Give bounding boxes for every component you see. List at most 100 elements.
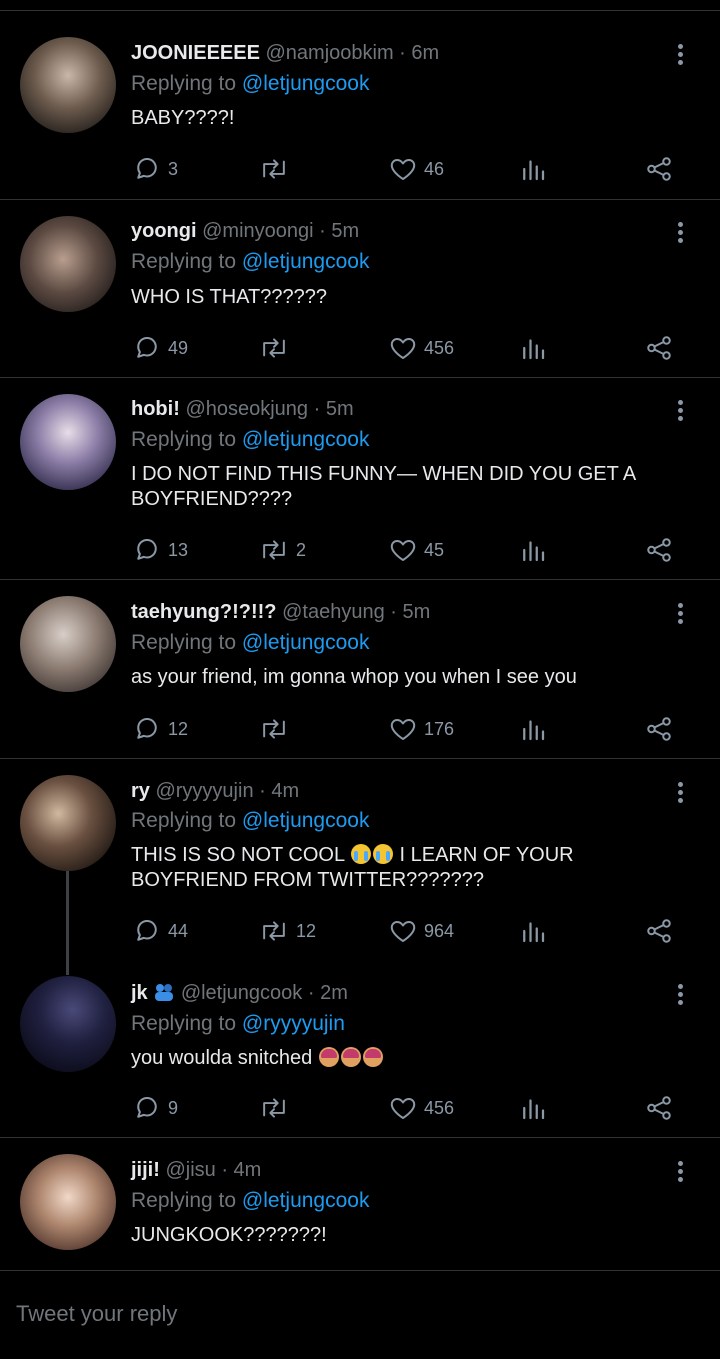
stats-button[interactable] (518, 153, 548, 185)
reply-button[interactable]: 12 (132, 713, 188, 745)
retweet-button[interactable]: 12 (258, 915, 316, 947)
hugging-people-icon (155, 984, 174, 1001)
retweet-button[interactable] (258, 332, 296, 364)
handle[interactable]: @minyoongi (202, 220, 313, 242)
separator-dot: · (313, 220, 332, 242)
avatar[interactable] (20, 775, 116, 871)
reply-mention[interactable]: @letjungcook (242, 72, 370, 95)
display-name[interactable]: ry (131, 780, 150, 802)
share-button[interactable] (644, 1092, 674, 1124)
reply-mention[interactable]: @letjungcook (242, 631, 370, 654)
avatar[interactable] (20, 37, 116, 133)
display-name[interactable]: jiji! (131, 1159, 160, 1181)
crying-emoji (350, 844, 371, 864)
more-icon[interactable] (668, 600, 692, 630)
stats-button[interactable] (518, 915, 548, 947)
reply-composer[interactable]: Tweet your reply (0, 1270, 720, 1359)
reply-mention[interactable]: @letjungcook (242, 428, 370, 451)
reply-mention[interactable]: @letjungcook (242, 809, 370, 832)
tweet-header: taehyung?!?!!? @taehyung · 5m (131, 600, 430, 624)
reply-button[interactable]: 44 (132, 915, 188, 947)
retweet-button[interactable] (258, 713, 296, 745)
action-bar: 49 456 (130, 332, 690, 364)
retweet-count: 2 (296, 539, 307, 560)
display-name[interactable]: taehyung?!?!!? (131, 601, 277, 623)
more-icon[interactable] (668, 1158, 692, 1188)
stats-button[interactable] (518, 1092, 548, 1124)
avatar[interactable] (20, 216, 116, 312)
more-icon[interactable] (668, 981, 692, 1011)
stats-icon (523, 1099, 545, 1120)
display-name[interactable]: JOONIEEEEE (131, 42, 260, 64)
retweet-count: 12 (296, 920, 317, 941)
timestamp[interactable]: 4m (234, 1159, 262, 1181)
reply-mention[interactable]: @ryyyyujin (242, 1012, 345, 1035)
handle[interactable]: @jisu (165, 1159, 215, 1181)
reply-button[interactable]: 9 (132, 1092, 178, 1124)
share-button[interactable] (644, 153, 674, 185)
tweet[interactable]: ry @ryyyyujin · 4m Replying to @letjungc… (0, 759, 720, 975)
timestamp[interactable]: 2m (320, 982, 348, 1004)
action-bar: 3 46 (130, 153, 690, 185)
timestamp[interactable]: 5m (326, 398, 354, 420)
handle[interactable]: @hoseokjung (185, 398, 308, 420)
handle[interactable]: @taehyung (282, 601, 385, 623)
more-icon[interactable] (668, 779, 692, 809)
stats-button[interactable] (518, 534, 548, 566)
reply-mention[interactable]: @letjungcook (242, 1189, 370, 1212)
reply-count: 49 (168, 337, 189, 358)
display-name[interactable]: hobi! (131, 398, 180, 420)
avatar[interactable] (20, 394, 116, 490)
avatar[interactable] (20, 1154, 116, 1250)
reply-button[interactable]: 3 (132, 153, 178, 185)
like-button[interactable]: 456 (388, 332, 454, 364)
tweet[interactable]: JOONIEEEEE @namjoobkim · 6m Replying to … (0, 11, 720, 200)
like-button[interactable]: 176 (388, 713, 454, 745)
more-icon[interactable] (668, 41, 692, 71)
like-button[interactable]: 964 (388, 915, 454, 947)
handle[interactable]: @letjungcook (181, 982, 302, 1004)
display-name[interactable]: jk (131, 982, 148, 1004)
avatar[interactable] (20, 596, 116, 692)
like-count: 176 (424, 718, 455, 739)
handle[interactable]: @ryyyyujin (155, 780, 253, 802)
avatar[interactable] (20, 976, 116, 1072)
like-button[interactable]: 46 (388, 153, 444, 185)
reply-count: 9 (168, 1097, 179, 1118)
timestamp[interactable]: 6m (411, 42, 439, 64)
like-count: 456 (424, 1097, 455, 1118)
tweet-text-a: THIS IS SO NOT COOL (131, 844, 345, 866)
tweet[interactable]: jiji! @jisu · 4m Replying to @letjungcoo… (0, 1138, 720, 1270)
share-button[interactable] (644, 915, 674, 947)
retweet-button[interactable]: 2 (258, 534, 306, 566)
retweet-button[interactable] (258, 1092, 296, 1124)
timestamp[interactable]: 5m (402, 601, 430, 623)
thread-line (66, 871, 69, 975)
tweet[interactable]: yoongi @minyoongi · 5m Replying to @letj… (0, 200, 720, 378)
reply-icon (137, 717, 157, 739)
tweet[interactable]: taehyung?!?!!? @taehyung · 5m Replying t… (0, 580, 720, 759)
stats-button[interactable] (518, 332, 548, 364)
tweet[interactable]: hobi! @hoseokjung · 5m Replying to @letj… (0, 378, 720, 580)
share-button[interactable] (644, 332, 674, 364)
timestamp[interactable]: 4m (271, 780, 299, 802)
timestamp[interactable]: 5m (331, 220, 359, 242)
reply-button[interactable]: 49 (132, 332, 188, 364)
more-icon[interactable] (668, 219, 692, 249)
tweet[interactable]: jk @letjungcook · 2m Replying to @ryyyyu… (0, 962, 720, 1138)
reply-button[interactable]: 13 (132, 534, 188, 566)
more-icon[interactable] (668, 397, 692, 427)
reply-mention[interactable]: @letjungcook (242, 250, 370, 273)
stats-button[interactable] (518, 713, 548, 745)
handle[interactable]: @namjoobkim (266, 42, 394, 64)
like-button[interactable]: 45 (388, 534, 444, 566)
reply-count: 3 (168, 158, 179, 179)
retweet-button[interactable] (258, 153, 296, 185)
reply-context: Replying to @letjungcook (131, 1189, 369, 1213)
share-button[interactable] (644, 713, 674, 745)
display-name[interactable]: yoongi (131, 220, 197, 242)
tweet-text-content: you woulda snitched (131, 1047, 318, 1069)
share-button[interactable] (644, 534, 674, 566)
like-button[interactable]: 456 (388, 1092, 454, 1124)
reply-input[interactable]: Tweet your reply (16, 1301, 177, 1327)
